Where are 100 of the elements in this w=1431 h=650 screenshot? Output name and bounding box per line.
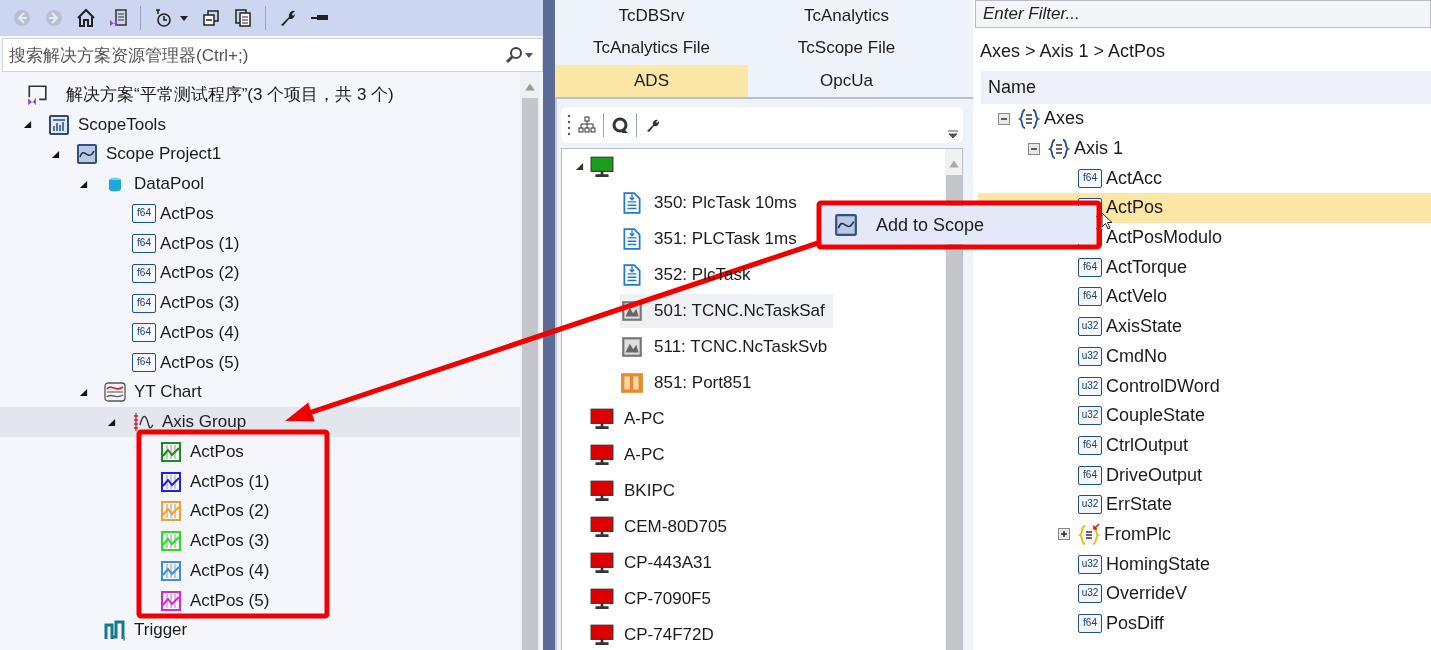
tree-item[interactable]: ActPos (5): [0, 585, 520, 616]
tree-item[interactable]: FromPlc: [978, 519, 1431, 550]
tree-item[interactable]: 851: Port851: [562, 364, 945, 401]
tree-item[interactable]: u32 ErrState: [978, 489, 1431, 520]
search-field[interactable]: 搜索解决方案资源管理器(Ctrl+;): [2, 38, 543, 72]
struct-icon: [1078, 523, 1100, 546]
tree-item[interactable]: DataPool: [0, 169, 520, 199]
solution-icon[interactable]: [108, 8, 128, 28]
tree-item[interactable]: BKIPC: [562, 472, 945, 509]
overflow-icon[interactable]: [947, 128, 959, 139]
expand-arrow-icon[interactable]: [79, 387, 88, 397]
history-icon[interactable]: [153, 8, 173, 28]
tree-item[interactable]: f64 ActPos (5): [0, 347, 520, 378]
tree-item[interactable]: CP-443A31: [562, 544, 945, 581]
type-badge-icon: u32: [1078, 584, 1102, 604]
tree-item[interactable]: ActPos (2): [0, 496, 520, 527]
tree-item[interactable]: A-PC: [562, 400, 945, 437]
tree-item[interactable]: Axis 1: [978, 133, 1431, 164]
axis-wave-icon: [132, 411, 154, 434]
tree-item[interactable]: CP-74F72D: [562, 616, 945, 650]
breadcrumb: Axes > Axis 1 > ActPos: [979, 39, 1167, 63]
scope-icon: [76, 143, 98, 166]
expand-arrow-icon[interactable]: [107, 417, 116, 427]
copy-pages-icon[interactable]: [233, 8, 253, 28]
scrollbar[interactable]: [520, 72, 540, 650]
collapse-icon[interactable]: [1028, 142, 1040, 155]
type-badge-icon: f64: [132, 293, 156, 313]
grip-icon: [567, 112, 571, 137]
image-icon: [620, 334, 644, 359]
type-badge-icon: f64: [1078, 287, 1102, 307]
tree-item[interactable]: f64 ActTorque: [978, 252, 1431, 283]
type-badge-icon: f64: [1078, 614, 1102, 634]
wave-chart-icon: [104, 381, 126, 404]
struct-icon: [1048, 137, 1070, 160]
type-badge-icon: f64: [1078, 257, 1102, 277]
dropdown-caret-icon[interactable]: [179, 13, 189, 23]
type-badge-icon: f64: [1078, 465, 1102, 485]
tree-item[interactable]: u32 HomingState: [978, 549, 1431, 579]
expand-arrow-icon[interactable]: [575, 162, 584, 172]
tree-item[interactable]: Scope Project1: [0, 139, 520, 170]
expand-arrow-icon[interactable]: [51, 149, 60, 159]
tree-item[interactable]: ScopeTools: [0, 109, 520, 140]
mouse-pointer-icon: [1101, 212, 1113, 230]
type-badge-icon: u32: [1078, 406, 1102, 426]
tree-item[interactable]: 511: TCNC.NcTaskSvb: [562, 328, 945, 365]
tree-item[interactable]: u32 ControlDWord: [978, 371, 1431, 401]
column-header[interactable]: Name: [981, 71, 1431, 104]
expand-icon[interactable]: [1058, 528, 1070, 541]
tree-item[interactable]: f64 ActPos: [0, 199, 520, 229]
tree-item[interactable]: f64 ActVelo: [978, 282, 1431, 312]
tree-item[interactable]: ActPos (3): [0, 526, 520, 556]
tree-item[interactable]: ActPos: [0, 437, 520, 467]
tree-item[interactable]: u32 CoupleState: [978, 400, 1431, 431]
expand-arrow-icon[interactable]: [23, 120, 32, 130]
type-badge-icon: f64: [132, 204, 156, 224]
document-icon: [620, 190, 644, 215]
type-badge-icon: f64: [1078, 168, 1102, 188]
type-badge-icon: u32: [1078, 317, 1102, 337]
tree-item[interactable]: CEM-80D705: [562, 508, 945, 545]
tree-item[interactable]: Axis Group: [0, 407, 520, 437]
tree-item[interactable]: f64 ActPos (3): [0, 288, 520, 318]
hierarchy-icon[interactable]: [577, 114, 597, 135]
tree-item[interactable]: f64 ActPos (4): [0, 318, 520, 348]
tab[interactable]: ADS: [555, 64, 748, 97]
tree-item[interactable]: YT Chart: [0, 377, 520, 408]
tree-item[interactable]: f64 DriveOutput: [978, 460, 1431, 490]
collapse-all-icon[interactable]: [201, 8, 221, 28]
tree-item[interactable]: Trigger: [0, 615, 520, 646]
port-icon: [620, 370, 644, 395]
tree-item[interactable]: u32 CmdNo: [978, 341, 1431, 372]
scroll-thumb[interactable]: [522, 98, 538, 650]
solution-label[interactable]: 解决方案“平常测试程序”(3 个项目，共 3 个): [66, 83, 394, 107]
type-badge-icon: f64: [132, 234, 156, 254]
tree-item[interactable]: f64 ActPos (1): [0, 228, 520, 259]
document-icon: [620, 262, 644, 287]
tree-item[interactable]: f64 PosDiff: [978, 608, 1431, 639]
document-icon: [620, 226, 644, 251]
tree-item[interactable]: ActPos (1): [0, 466, 520, 497]
home-icon[interactable]: [76, 8, 96, 28]
search-icon[interactable]: [504, 45, 524, 65]
type-badge-icon: f64: [132, 353, 156, 373]
tree-item[interactable]: f64 CtrlOutput: [978, 430, 1431, 461]
filter-field[interactable]: Enter Filter...: [975, 0, 1431, 28]
tree-item[interactable]: u32 OverrideV: [978, 579, 1431, 609]
tree-item[interactable]: f64 ActAcc: [978, 163, 1431, 194]
collapse-icon[interactable]: [998, 112, 1010, 125]
tree-item[interactable]: A-PC: [562, 436, 945, 473]
chart-window-icon: [48, 113, 70, 136]
tree-item[interactable]: f64 ActPos (2): [0, 258, 520, 289]
type-badge-icon: f64: [132, 323, 156, 343]
tree-item[interactable]: ActPos (4): [0, 556, 520, 586]
expand-arrow-icon[interactable]: [79, 179, 88, 189]
type-badge-icon: u32: [1078, 376, 1102, 396]
dropdown-caret-icon[interactable]: [524, 50, 534, 60]
tree-item[interactable]: u32 AxisState: [978, 311, 1431, 342]
tree-item[interactable]: CP-7090F5: [562, 580, 945, 617]
scope-icon: [834, 213, 858, 237]
pulse-icon: [104, 619, 126, 642]
type-badge-icon: f64: [1078, 435, 1102, 455]
tree-item[interactable]: Axes: [978, 104, 1431, 134]
